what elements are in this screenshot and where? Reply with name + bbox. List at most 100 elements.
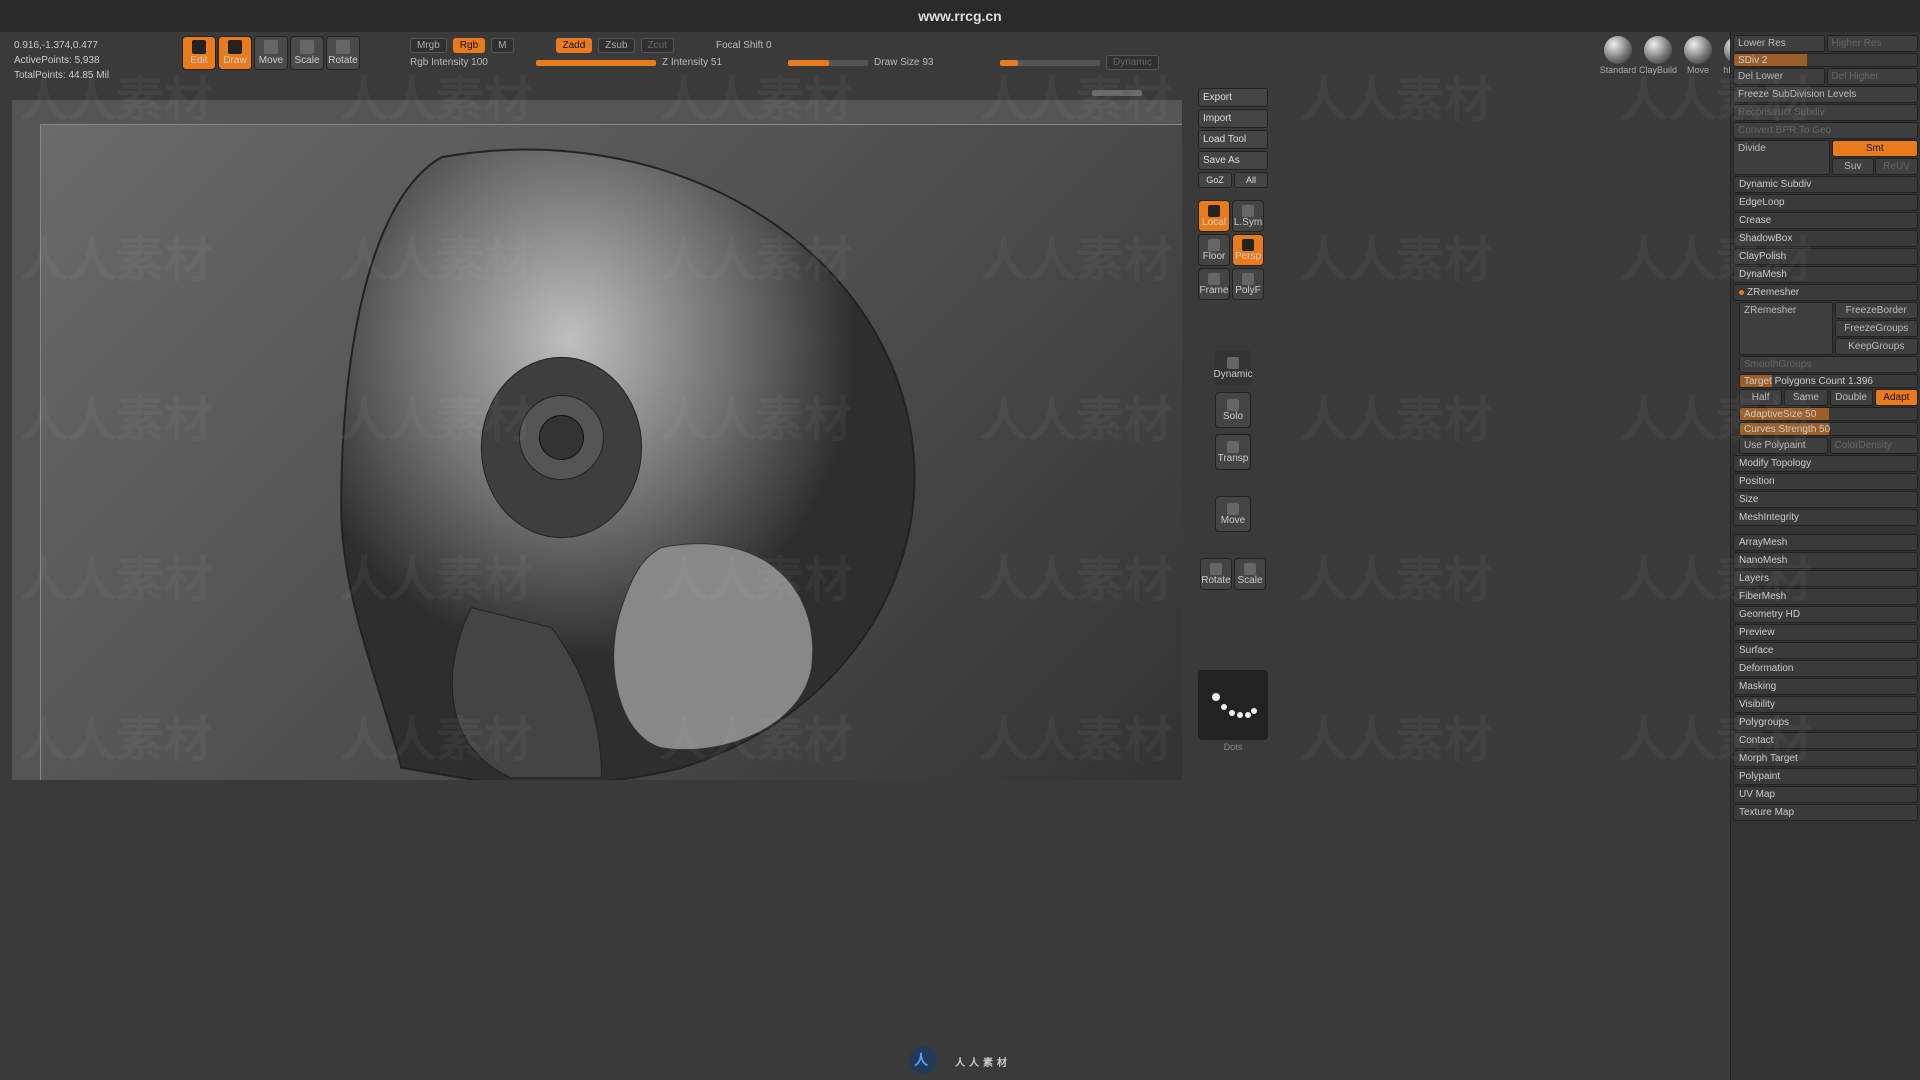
smoothgroups-button[interactable]: SmoothGroups [1739,356,1918,373]
mrgb-tag[interactable]: Mrgb [410,38,447,53]
zadd-tag[interactable]: Zadd [556,38,593,53]
higher-res-button[interactable]: Higher Res [1827,35,1919,52]
half-button[interactable]: Half [1739,389,1782,406]
stat-active: ActivePoints: 5,938 [14,55,164,66]
section-morph-target[interactable]: Morph Target [1733,750,1918,767]
double-button[interactable]: Double [1830,389,1873,406]
reuv-button[interactable]: ReUV [1875,158,1918,175]
nav-column: Dynamic Solo Transp Move RotateScale [1198,350,1268,590]
rgb-intensity-slider[interactable] [536,60,656,66]
import-button[interactable]: Import [1198,109,1268,128]
quicksketch-dots[interactable] [1198,670,1268,740]
color-density-button[interactable]: ColorDensity [1830,437,1919,454]
mode-scale-button[interactable]: Scale [290,36,324,70]
z-intensity-slider[interactable] [788,60,868,66]
goz-button[interactable]: GoZ [1198,172,1232,188]
draw-size-slider[interactable] [1000,60,1100,66]
section-masking[interactable]: Masking [1733,678,1918,695]
load-tool-button[interactable]: Load Tool [1198,130,1268,149]
freeze-subdivision-levels-button[interactable]: Freeze SubDivision Levels [1733,86,1918,103]
export-button[interactable]: Export [1198,88,1268,107]
section-meshintegrity[interactable]: MeshIntegrity [1733,509,1918,526]
keepgroups-button[interactable]: KeepGroups [1835,338,1919,355]
brush-standard[interactable]: Standard [1600,36,1636,75]
nav-local-button[interactable]: Local [1198,200,1230,232]
section-fibermesh[interactable]: FiberMesh [1733,588,1918,605]
nav-scale-button[interactable]: Scale [1234,558,1266,590]
viewport-mini-slider[interactable] [1092,90,1142,96]
focal-shift-label[interactable]: Focal Shift 0 [716,40,836,51]
zremesher-button[interactable]: ZRemesher [1739,302,1833,355]
section-deformation[interactable]: Deformation [1733,660,1918,677]
divide-button[interactable]: Divide [1733,140,1830,175]
m-tag[interactable]: M [491,38,513,53]
del-lower-button[interactable]: Del Lower [1733,68,1825,85]
section-dynamic-subdiv[interactable]: Dynamic Subdiv [1733,176,1918,193]
section-shadowbox[interactable]: ShadowBox [1733,230,1918,247]
section-position[interactable]: Position [1733,473,1918,490]
zsub-tag[interactable]: Zsub [598,38,634,53]
nav-floor-button[interactable]: Floor [1198,234,1230,266]
mode-draw-button[interactable]: Draw [218,36,252,70]
freezegroups-button[interactable]: FreezeGroups [1835,320,1919,337]
del-higher-button[interactable]: Del Higher [1827,68,1919,85]
smt-button[interactable]: Smt [1832,140,1919,157]
viewport[interactable] [12,100,1182,780]
section-zremesher[interactable]: ZRemesher [1733,284,1918,301]
save-as-button[interactable]: Save As [1198,151,1268,170]
section-nanomesh[interactable]: NanoMesh [1733,552,1918,569]
rgb-intensity-label[interactable]: Rgb Intensity 100 [410,57,530,68]
section-layers[interactable]: Layers [1733,570,1918,587]
section-polypaint[interactable]: Polypaint [1733,768,1918,785]
viewport-inner[interactable] [40,124,1182,780]
section-size[interactable]: Size [1733,491,1918,508]
dynamic-tag[interactable]: Dynamic [1106,55,1159,70]
mode-edit-button[interactable]: Edit [182,36,216,70]
nav-solo-button[interactable]: Solo [1215,392,1251,428]
brush-claybuild[interactable]: ClayBuild [1640,36,1676,75]
nav-transp-button[interactable]: Transp [1215,434,1251,470]
section-polygroups[interactable]: Polygroups [1733,714,1918,731]
use-polypaint-button[interactable]: Use Polypaint [1739,437,1828,454]
section-surface[interactable]: Surface [1733,642,1918,659]
section-claypolish[interactable]: ClayPolish [1733,248,1918,265]
section-contact[interactable]: Contact [1733,732,1918,749]
adaptive-size-slider[interactable]: AdaptiveSize 50 [1739,407,1918,421]
nav-persp-button[interactable]: Persp [1232,234,1264,266]
curves-strength-slider[interactable]: Curves Strength 50 [1739,422,1918,436]
section-dynamesh[interactable]: DynaMesh [1733,266,1918,283]
nav-frame-button[interactable]: Frame [1198,268,1230,300]
section-geometry-hd[interactable]: Geometry HD [1733,606,1918,623]
nav-dynamic-button[interactable]: Dynamic [1215,350,1251,386]
scale-icon [300,40,314,54]
mode-rotate-button[interactable]: Rotate [326,36,360,70]
lower-res-button[interactable]: Lower Res [1733,35,1825,52]
freezeborder-button[interactable]: FreezeBorder [1835,302,1919,319]
nav-rotate-button[interactable]: Rotate [1200,558,1232,590]
section-crease[interactable]: Crease [1733,212,1918,229]
section-texture-map[interactable]: Texture Map [1733,804,1918,821]
rgb-tag[interactable]: Rgb [453,38,485,53]
nav-polyf-button[interactable]: PolyF [1232,268,1264,300]
target-poly-slider[interactable]: Target Polygons Count 1.396 [1739,374,1918,388]
convert-bpr-to-geo-button[interactable]: Convert BPR To Geo [1733,122,1918,139]
draw-size-label[interactable]: Draw Size 93 [874,57,994,68]
nav-move-button[interactable]: Move [1215,496,1251,532]
goz-all-button[interactable]: All [1234,172,1268,188]
zcut-tag[interactable]: Zcut [641,38,674,53]
section-visibility[interactable]: Visibility [1733,696,1918,713]
nav-lsym-button[interactable]: L.Sym [1232,200,1264,232]
section-preview[interactable]: Preview [1733,624,1918,641]
same-button[interactable]: Same [1784,389,1827,406]
section-uv-map[interactable]: UV Map [1733,786,1918,803]
reconstruct-subdiv-button[interactable]: Reconstruct Subdiv [1733,104,1918,121]
sdiv-slider[interactable]: SDiv 2 [1733,53,1918,67]
section-edgeloop[interactable]: EdgeLoop [1733,194,1918,211]
section-modify-topology[interactable]: Modify Topology [1733,455,1918,472]
adapt-button[interactable]: Adapt [1875,389,1918,406]
z-intensity-label[interactable]: Z Intensity 51 [662,57,782,68]
mode-move-button[interactable]: Move [254,36,288,70]
section-arraymesh[interactable]: ArrayMesh [1733,534,1918,551]
suv-button[interactable]: Suv [1832,158,1875,175]
brush-move[interactable]: Move [1680,36,1716,75]
